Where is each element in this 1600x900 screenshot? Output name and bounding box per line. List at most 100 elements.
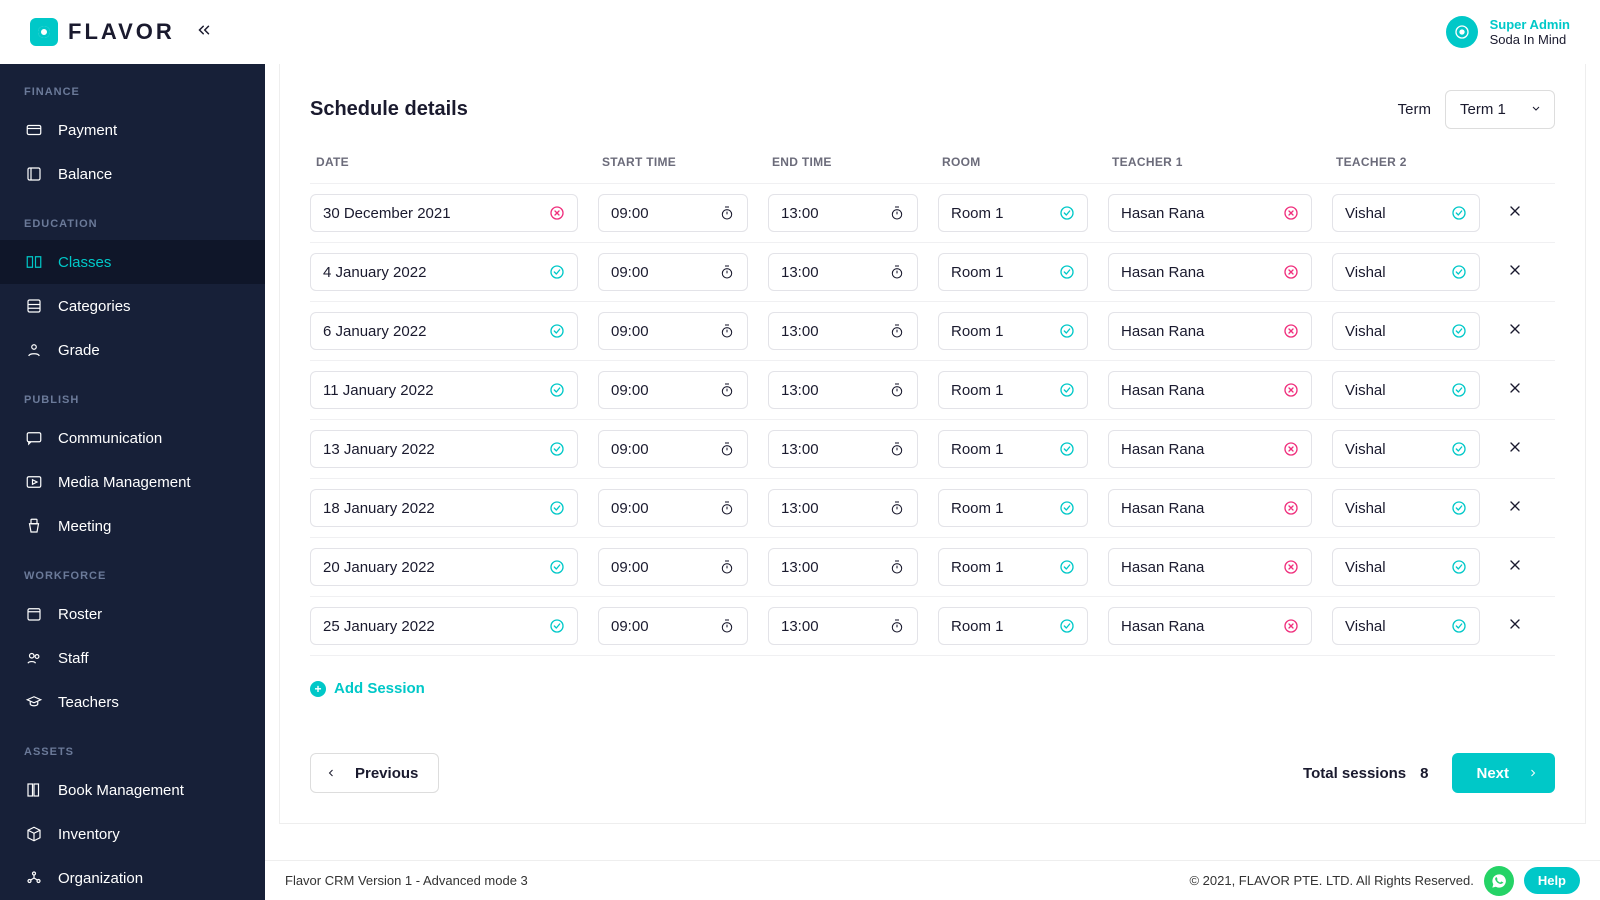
sidebar-item-staff[interactable]: Staff [0,636,265,680]
teacher2-field[interactable]: Vishal [1332,194,1480,232]
sidebar-item-teachers[interactable]: Teachers [0,680,265,724]
topbar: FLAVOR Super Admin Soda In Mind [0,0,1600,64]
date-field[interactable]: 20 January 2022 [310,548,578,586]
sidebar-item-label: Staff [58,650,89,667]
sidebar-item-roster[interactable]: Roster [0,592,265,636]
teacher2-field[interactable]: Vishal [1332,489,1480,527]
delete-row-button[interactable] [1507,557,1523,578]
start-time-field[interactable]: 09:00 [598,489,748,527]
whatsapp-icon[interactable] [1484,866,1514,896]
status-icon [1283,441,1299,457]
help-button[interactable]: Help [1524,867,1580,894]
room-field[interactable]: Room 1 [938,607,1088,645]
sidebar-item-organization[interactable]: Organization [0,856,265,900]
delete-row-button[interactable] [1507,439,1523,460]
teacher2-field[interactable]: Vishal [1332,548,1480,586]
media-icon [24,472,44,492]
sidebar-item-communication[interactable]: Communication [0,416,265,460]
delete-row-button[interactable] [1507,498,1523,519]
status-icon [549,500,565,516]
sidebar-section-label: PUBLISH [0,372,265,416]
room-field[interactable]: Room 1 [938,371,1088,409]
teacher2-field[interactable]: Vishal [1332,430,1480,468]
teacher1-field[interactable]: Hasan Rana [1108,253,1312,291]
start-time-field[interactable]: 09:00 [598,253,748,291]
end-time-field[interactable]: 13:00 [768,607,918,645]
teacher2-field[interactable]: Vishal [1332,253,1480,291]
start-time-field[interactable]: 09:00 [598,371,748,409]
sidebar-item-inventory[interactable]: Inventory [0,812,265,856]
teacher1-field[interactable]: Hasan Rana [1108,489,1312,527]
teacher2-field[interactable]: Vishal [1332,371,1480,409]
sidebar-item-label: Grade [58,342,100,359]
teacher2-field[interactable]: Vishal [1332,607,1480,645]
delete-row-button[interactable] [1507,616,1523,637]
book-open-icon [24,252,44,272]
chevron-down-icon [1530,101,1542,118]
sidebar-item-categories[interactable]: Categories [0,284,265,328]
status-icon [1283,500,1299,516]
room-field[interactable]: Room 1 [938,489,1088,527]
date-field[interactable]: 18 January 2022 [310,489,578,527]
end-time-field[interactable]: 13:00 [768,312,918,350]
end-time-field[interactable]: 13:00 [768,371,918,409]
end-time-field[interactable]: 13:00 [768,430,918,468]
teacher1-field[interactable]: Hasan Rana [1108,371,1312,409]
grad-icon [24,340,44,360]
delete-row-button[interactable] [1507,380,1523,401]
sidebar-item-label: Payment [58,122,117,139]
teacher1-field[interactable]: Hasan Rana [1108,312,1312,350]
room-field[interactable]: Room 1 [938,430,1088,468]
add-session-button[interactable]: + Add Session [310,680,1555,697]
term-select[interactable]: Term 1 [1445,90,1555,129]
room-field[interactable]: Room 1 [938,312,1088,350]
sidebar-item-media-management[interactable]: Media Management [0,460,265,504]
status-icon [1451,559,1467,575]
end-time-field[interactable]: 13:00 [768,548,918,586]
date-field[interactable]: 30 December 2021 [310,194,578,232]
sidebar-item-label: Categories [58,298,131,315]
sidebar-item-grade[interactable]: Grade [0,328,265,372]
plus-icon: + [310,681,326,697]
sidebar-item-balance[interactable]: Balance [0,152,265,196]
teacher1-field[interactable]: Hasan Rana [1108,607,1312,645]
sidebar-collapse-button[interactable] [195,21,213,44]
previous-button[interactable]: Previous [310,753,439,793]
sidebar-item-book-management[interactable]: Book Management [0,768,265,812]
footer: Flavor CRM Version 1 - Advanced mode 3 ©… [265,860,1600,900]
end-time-field[interactable]: 13:00 [768,489,918,527]
sidebar-section-label: EDUCATION [0,196,265,240]
status-icon [1451,264,1467,280]
sidebar-item-meeting[interactable]: Meeting [0,504,265,548]
teacher1-field[interactable]: Hasan Rana [1108,430,1312,468]
delete-row-button[interactable] [1507,203,1523,224]
next-button[interactable]: Next [1452,753,1555,793]
delete-row-button[interactable] [1507,321,1523,342]
avatar[interactable] [1446,16,1478,48]
room-field[interactable]: Room 1 [938,253,1088,291]
teacher1-field[interactable]: Hasan Rana [1108,194,1312,232]
start-time-field[interactable]: 09:00 [598,194,748,232]
start-time-field[interactable]: 09:00 [598,548,748,586]
term-value: Term 1 [1460,101,1506,118]
date-field[interactable]: 25 January 2022 [310,607,578,645]
delete-row-button[interactable] [1507,262,1523,283]
end-time-field[interactable]: 13:00 [768,253,918,291]
date-field[interactable]: 13 January 2022 [310,430,578,468]
sidebar-item-classes[interactable]: Classes [0,240,265,284]
date-field[interactable]: 6 January 2022 [310,312,578,350]
teacher1-field[interactable]: Hasan Rana [1108,548,1312,586]
date-field[interactable]: 4 January 2022 [310,253,578,291]
sidebar-item-payment[interactable]: Payment [0,108,265,152]
start-time-field[interactable]: 09:00 [598,607,748,645]
teacher2-field[interactable]: Vishal [1332,312,1480,350]
room-field[interactable]: Room 1 [938,548,1088,586]
start-time-field[interactable]: 09:00 [598,430,748,468]
date-field[interactable]: 11 January 2022 [310,371,578,409]
book-icon [24,164,44,184]
room-field[interactable]: Room 1 [938,194,1088,232]
start-time-field[interactable]: 09:00 [598,312,748,350]
table-row: 6 January 2022 09:00 13:00 Room 1 Hasan Rana… [310,301,1555,360]
end-time-field[interactable]: 13:00 [768,194,918,232]
logo[interactable]: FLAVOR [30,18,175,46]
